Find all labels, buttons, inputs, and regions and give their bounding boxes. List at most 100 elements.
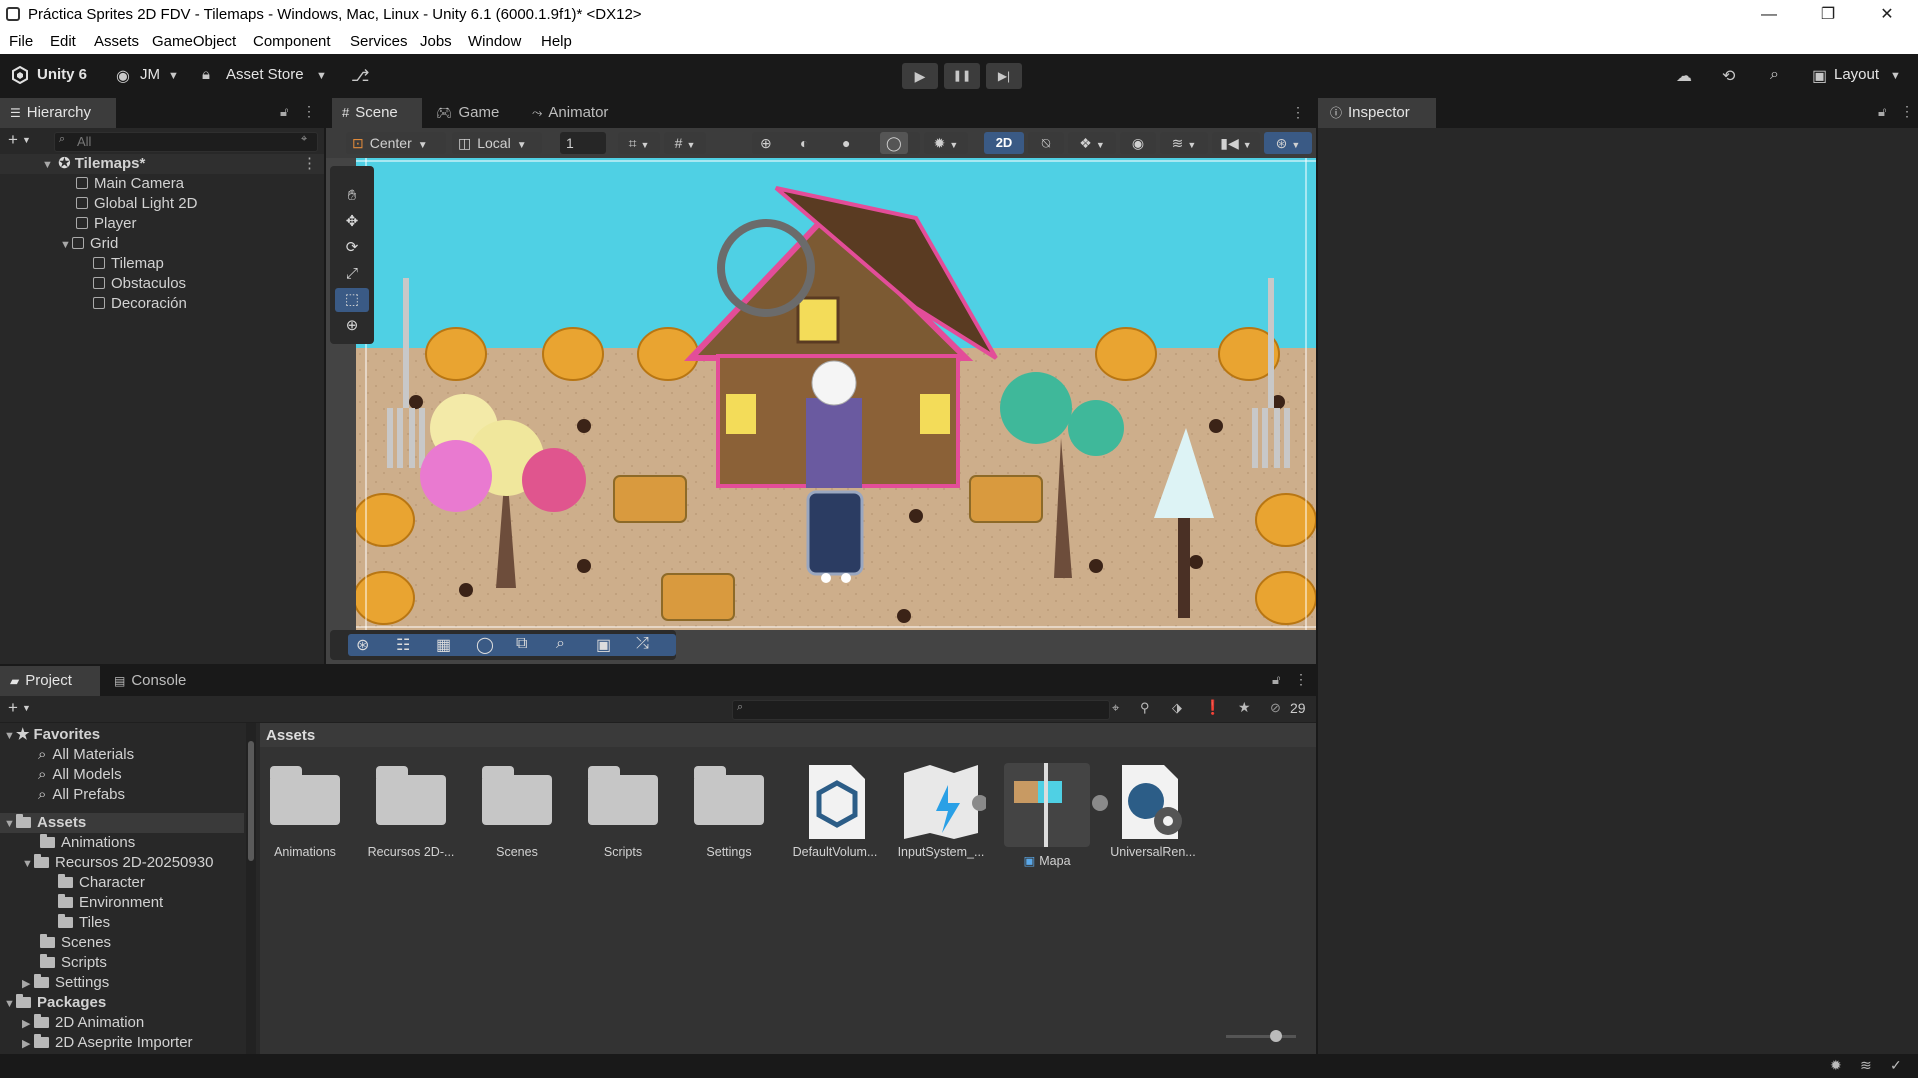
hidden-packages-icon[interactable]: ⊘: [1270, 700, 1281, 716]
move-tool-icon[interactable]: ✥: [335, 210, 369, 234]
maximize-button[interactable]: ❐: [1805, 0, 1851, 29]
sphere-overlay-icon[interactable]: ◯: [476, 635, 494, 655]
hand-tool-icon[interactable]: ✋︎: [335, 184, 369, 208]
breadcrumb[interactable]: Assets: [266, 727, 315, 744]
favorite-item[interactable]: ⌕ All Materials: [38, 745, 134, 765]
pause-button[interactable]: ❚❚: [944, 63, 980, 89]
lit-sphere-icon[interactable]: ◯: [880, 132, 908, 154]
menu-jobs[interactable]: Jobs: [420, 33, 452, 50]
asset-item[interactable]: Recursos 2D-...: [366, 763, 456, 859]
filter-icon[interactable]: ⌖: [301, 133, 307, 146]
hierarchy-item-global-light[interactable]: Global Light 2D: [76, 194, 197, 214]
expand-arrow-icon[interactable]: ▼: [60, 235, 72, 255]
visibility-toggle[interactable]: ◉: [1120, 132, 1156, 154]
hierarchy-item-player[interactable]: Player: [76, 214, 137, 234]
tab-scene[interactable]: # Scene: [332, 98, 422, 128]
menu-window[interactable]: Window: [468, 33, 521, 50]
menu-gameobject[interactable]: GameObject: [152, 33, 236, 50]
search-icon[interactable]: ⌕: [1770, 66, 1779, 84]
grid-visibility-button[interactable]: # ▼: [664, 132, 706, 154]
asset-item[interactable]: InputSystem_...: [896, 763, 986, 859]
warning-filter-icon[interactable]: ❗: [1204, 699, 1221, 716]
more-options-icon[interactable]: ⋮: [1900, 103, 1914, 120]
add-icon[interactable]: +: [8, 130, 18, 150]
more-options-icon[interactable]: ⋮: [302, 154, 317, 174]
2d-mode-toggle[interactable]: 2D: [984, 132, 1024, 154]
progress-check-icon[interactable]: ✓: [1890, 1057, 1902, 1074]
tree-folder[interactable]: Scripts: [40, 953, 107, 973]
layout-dropdown[interactable]: Layout: [1834, 66, 1879, 83]
lighting-toggle[interactable]: ⍉: [1028, 132, 1064, 154]
shuffle-overlay-icon[interactable]: ⤮: [636, 635, 649, 653]
camera-dropdown[interactable]: ▮◀ ▼: [1212, 132, 1260, 154]
layers-dropdown[interactable]: ≋ ▼: [1160, 132, 1208, 154]
icon-size-slider[interactable]: [1226, 1030, 1296, 1042]
favorites-header[interactable]: ▼★ Favorites: [4, 725, 100, 745]
asset-item[interactable]: UniversalRen...: [1108, 763, 1198, 859]
more-options-icon[interactable]: ⋮: [1291, 104, 1305, 121]
step-button[interactable]: ▶|: [986, 63, 1022, 89]
hierarchy-item-decoracion[interactable]: Decoración: [93, 294, 187, 314]
tile-palette-icon[interactable]: ⊛: [356, 635, 369, 655]
scene-viewport[interactable]: ✋︎ ✥ ⟳ ⤢ ⬚ ⊕ ⊛ ☷ ▦ ◯ ⧉ ⌕ ▣ ⤮: [326, 158, 1316, 664]
package-folder[interactable]: ▶ 2D Aseprite Importer: [22, 1033, 193, 1053]
account-icon[interactable]: ◉: [116, 66, 130, 86]
scene-row[interactable]: ▼ ✪ Tilemaps* ⋮: [0, 154, 324, 174]
tab-hierarchy[interactable]: ☰ Hierarchy: [0, 98, 116, 128]
search-by-type-icon[interactable]: ⌖: [1112, 700, 1119, 716]
tree-folder[interactable]: Environment: [58, 893, 163, 913]
chevron-down-icon[interactable]: ▼: [22, 703, 31, 713]
label-filter-icon[interactable]: ⬗: [1172, 700, 1182, 716]
expand-arrow-icon[interactable]: ▼: [4, 726, 16, 746]
shaded-wireframe-icon[interactable]: ◐: [800, 132, 808, 154]
menu-services[interactable]: Services: [350, 33, 408, 50]
slider-thumb[interactable]: [1270, 1030, 1282, 1042]
asset-store-button[interactable]: Asset Store: [226, 66, 304, 83]
debug-draw-button[interactable]: ✹ ▼: [924, 132, 968, 154]
tree-scrollbar[interactable]: [246, 723, 256, 1054]
expand-arrow-icon[interactable]: ▶: [22, 1014, 34, 1034]
close-button[interactable]: ✕: [1864, 0, 1910, 29]
more-options-icon[interactable]: ⋮: [1294, 671, 1308, 688]
hierarchy-item-tilemap[interactable]: Tilemap: [93, 254, 164, 274]
favorite-item[interactable]: ⌕ All Prefabs: [38, 785, 125, 805]
version-control-icon[interactable]: ⎇: [351, 66, 369, 86]
effects-toggle[interactable]: ❖ ▼: [1068, 132, 1116, 154]
debug-icon[interactable]: ✹: [1830, 1057, 1842, 1074]
tree-folder[interactable]: Tiles: [58, 913, 110, 933]
asset-item[interactable]: ▣ Mapa: [1002, 763, 1108, 868]
globe-icon[interactable]: ⊕: [760, 132, 772, 154]
package-folder[interactable]: ▶ 2D Animation: [22, 1013, 144, 1033]
minimize-button[interactable]: —: [1746, 0, 1792, 29]
add-icon[interactable]: +: [8, 698, 18, 718]
expand-arrow-icon[interactable]: ▼: [4, 994, 16, 1014]
layer-overlay-icon[interactable]: ⧉: [516, 635, 527, 653]
project-search-field[interactable]: ⌕: [732, 700, 1110, 720]
expand-arrow-icon[interactable]: ▶: [22, 974, 34, 994]
tab-console[interactable]: ▤ Console: [104, 666, 204, 696]
lock-icon[interactable]: 🔓︎: [1272, 672, 1280, 688]
rotate-tool-icon[interactable]: ⟳: [335, 236, 369, 260]
cloud-icon[interactable]: ☁: [1676, 66, 1692, 86]
tab-inspector[interactable]: ⓘ Inspector: [1318, 98, 1436, 128]
asset-item[interactable]: Scenes: [472, 763, 562, 859]
grid-brush-icon[interactable]: ▦: [436, 635, 451, 655]
menu-edit[interactable]: Edit: [50, 33, 76, 50]
rect-tool-icon[interactable]: ⬚: [335, 288, 369, 312]
lock-icon[interactable]: 🔓︎: [1878, 104, 1886, 120]
tab-project[interactable]: ▰ Project: [0, 666, 100, 696]
chevron-down-icon[interactable]: ▼: [22, 135, 31, 145]
zoom-overlay-icon[interactable]: ⌕: [556, 635, 565, 653]
hierarchy-item-grid[interactable]: ▼ Grid: [60, 234, 118, 254]
menu-help[interactable]: Help: [541, 33, 572, 50]
filter-type-icon[interactable]: ⚲: [1140, 700, 1150, 716]
expand-arrow-icon[interactable]: ▼: [22, 854, 34, 874]
tab-game[interactable]: 🎮︎ Game: [426, 98, 512, 128]
hierarchy-item-main-camera[interactable]: Main Camera: [76, 174, 184, 194]
expand-arrow-icon[interactable]: ▼: [4, 814, 16, 834]
tree-folder[interactable]: Animations: [40, 833, 135, 853]
more-options-icon[interactable]: ⋮: [302, 103, 316, 120]
menu-file[interactable]: File: [9, 33, 33, 50]
menu-component[interactable]: Component: [253, 33, 331, 50]
history-icon[interactable]: ⟲: [1722, 66, 1735, 86]
